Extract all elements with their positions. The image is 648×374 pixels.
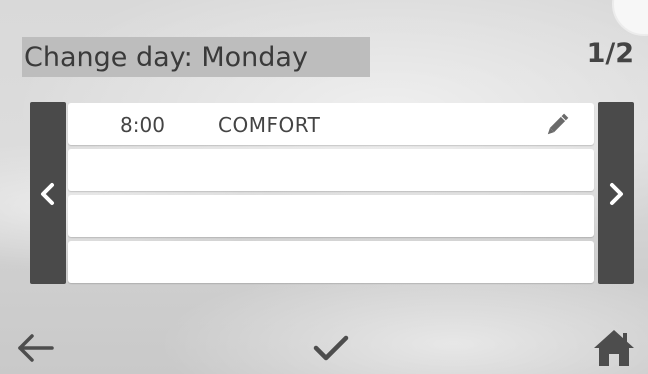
home-icon (594, 330, 634, 366)
previous-page-button[interactable] (30, 102, 66, 284)
thermostat-screen: Change day: Monday 1/2 8:00 COMFORT (0, 0, 648, 374)
page-title: Change day: Monday (24, 42, 308, 73)
schedule-slot[interactable] (68, 195, 594, 237)
schedule-slot[interactable]: 8:00 COMFORT (68, 103, 594, 145)
arrow-left-icon (18, 334, 54, 362)
back-button[interactable] (14, 328, 58, 368)
slot-mode: COMFORT (218, 113, 321, 137)
home-button[interactable] (592, 326, 636, 366)
pencil-icon[interactable] (542, 110, 572, 140)
chevron-left-icon (41, 183, 54, 205)
checkmark-icon (313, 335, 349, 361)
slot-time: 8:00 (120, 113, 165, 137)
chevron-right-icon (610, 183, 623, 205)
page-indicator: 1/2 (586, 38, 634, 69)
confirm-button[interactable] (310, 328, 354, 368)
next-page-button[interactable] (598, 102, 634, 284)
schedule-slot[interactable] (68, 241, 594, 283)
corner-decoration (612, 0, 648, 36)
schedule-slot[interactable] (68, 149, 594, 191)
